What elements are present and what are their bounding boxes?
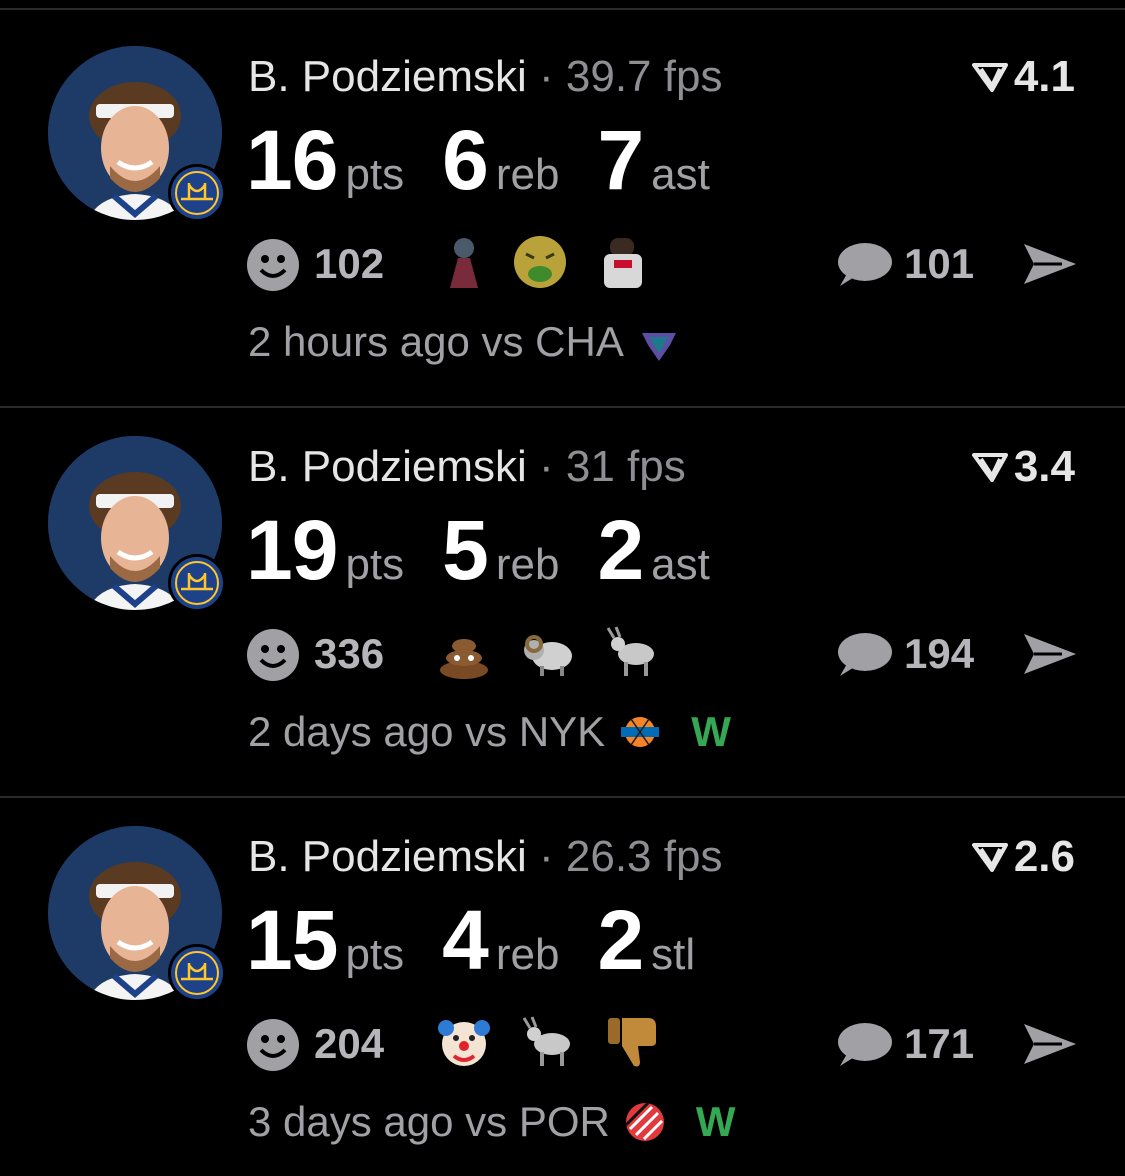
reaction-count[interactable]: 102 — [314, 240, 384, 288]
stat-unit: ast — [651, 540, 710, 589]
poop-emoji[interactable] — [436, 624, 492, 680]
stat-unit: pts — [345, 930, 405, 979]
rating: 3.4 — [971, 442, 1075, 492]
add-reaction-icon[interactable] — [246, 238, 300, 292]
stat-unit: stl — [651, 930, 696, 979]
player-photo-emoji[interactable] — [596, 234, 652, 290]
player-name-line[interactable]: B. Podziemski · 31 fps — [248, 442, 686, 492]
stat-unit: pts — [345, 150, 405, 199]
stat-value: 4 — [442, 893, 489, 987]
fps-value: 39.7 fps — [565, 52, 723, 101]
rating: 4.1 — [971, 52, 1075, 102]
stat-value: 19 — [246, 503, 338, 597]
time-ago: 2 days ago vs NYK — [248, 708, 606, 755]
stat-value: 6 — [442, 113, 489, 207]
add-reaction-icon[interactable] — [246, 1018, 300, 1072]
player-name[interactable]: B. Podziemski — [248, 52, 527, 101]
reaction-count[interactable]: 204 — [314, 1020, 384, 1068]
reaction-row: 102 101 — [246, 234, 1080, 294]
result-badge: W — [695, 1098, 736, 1145]
stat-unit: reb — [495, 150, 560, 199]
stat-unit: pts — [345, 540, 405, 589]
stat-value: 2 — [597, 893, 644, 987]
feed-card[interactable]: B. Podziemski · 26.3 fps 2.6 15 pts 4 reb … — [0, 780, 1125, 1168]
stat-unit: ast — [651, 150, 710, 199]
rating-icon — [971, 63, 1008, 92]
blazers-logo-icon — [624, 1101, 664, 1141]
rating-icon — [971, 453, 1008, 482]
stat-line: 16 pts 6 reb 7 ast — [246, 112, 748, 209]
goat-emoji[interactable] — [520, 1014, 576, 1070]
volcano-emoji[interactable] — [436, 234, 492, 290]
time-ago: 3 days ago vs POR — [248, 1098, 610, 1145]
rating: 2.6 — [971, 832, 1075, 882]
stat-unit: reb — [495, 930, 560, 979]
reaction-count[interactable]: 336 — [314, 630, 384, 678]
stat-value: 16 — [246, 113, 338, 207]
stat-unit: reb — [495, 540, 560, 589]
separator: · — [539, 52, 554, 101]
reaction-row: 204 171 — [246, 1014, 1080, 1074]
stat-value: 2 — [597, 503, 644, 597]
fps-value: 26.3 fps — [565, 832, 723, 881]
player-name[interactable]: B. Podziemski — [248, 832, 527, 881]
rating-icon — [971, 843, 1008, 872]
game-meta: 3 days ago vs POR W — [248, 1098, 736, 1146]
separator: · — [539, 442, 554, 491]
game-meta: 2 days ago vs NYK W — [248, 708, 731, 756]
fps-value: 31 fps — [565, 442, 686, 491]
comment-count[interactable]: 194 — [904, 630, 974, 678]
comment-icon[interactable] — [834, 242, 892, 288]
warriors-badge-icon — [168, 944, 226, 1002]
rating-value: 4.1 — [1013, 52, 1075, 101]
warriors-badge-icon — [168, 554, 226, 612]
add-reaction-icon[interactable] — [246, 628, 300, 682]
player-name-line[interactable]: B. Podziemski · 39.7 fps — [248, 52, 722, 102]
feed-card[interactable]: B. Podziemski · 31 fps 3.4 19 pts 5 reb 2a… — [0, 390, 1125, 798]
comment-count[interactable]: 171 — [904, 1020, 974, 1068]
stat-value: 7 — [597, 113, 644, 207]
comment-icon[interactable] — [834, 1022, 892, 1068]
stat-line: 19 pts 5 reb 2 ast — [246, 502, 748, 599]
stat-line: 15 pts 4 reb 2 stl — [246, 892, 733, 989]
clown-face-emoji[interactable] — [436, 1014, 492, 1070]
goat-emoji[interactable] — [604, 624, 660, 680]
time-ago: 2 hours ago vs CHA — [248, 318, 624, 365]
game-meta: 2 hours ago vs CHA — [248, 318, 710, 366]
comment-icon[interactable] — [834, 632, 892, 678]
feed-card[interactable]: B. Podziemski · 39.7 fps 4.1 16 pts 6 reb … — [0, 0, 1125, 408]
share-icon[interactable] — [1022, 1022, 1078, 1066]
result-badge: W — [691, 708, 731, 755]
player-name-line[interactable]: B. Podziemski · 26.3 fps — [248, 832, 722, 882]
rating-value: 3.4 — [1013, 442, 1075, 491]
nauseated-face-emoji[interactable] — [512, 234, 568, 290]
warriors-badge-icon — [168, 164, 226, 222]
separator: · — [539, 832, 554, 881]
stat-value: 5 — [442, 503, 489, 597]
player-name[interactable]: B. Podziemski — [248, 442, 527, 491]
knicks-logo-icon — [621, 717, 660, 747]
ram-emoji[interactable] — [520, 624, 576, 680]
hornets-logo-icon — [641, 333, 676, 361]
rating-value: 2.6 — [1013, 832, 1075, 881]
share-icon[interactable] — [1022, 632, 1078, 676]
comment-count[interactable]: 101 — [904, 240, 974, 288]
share-icon[interactable] — [1022, 242, 1078, 286]
stat-value: 15 — [246, 893, 338, 987]
thumbs-down-emoji[interactable] — [604, 1014, 660, 1070]
reaction-row: 336 194 — [246, 624, 1080, 684]
